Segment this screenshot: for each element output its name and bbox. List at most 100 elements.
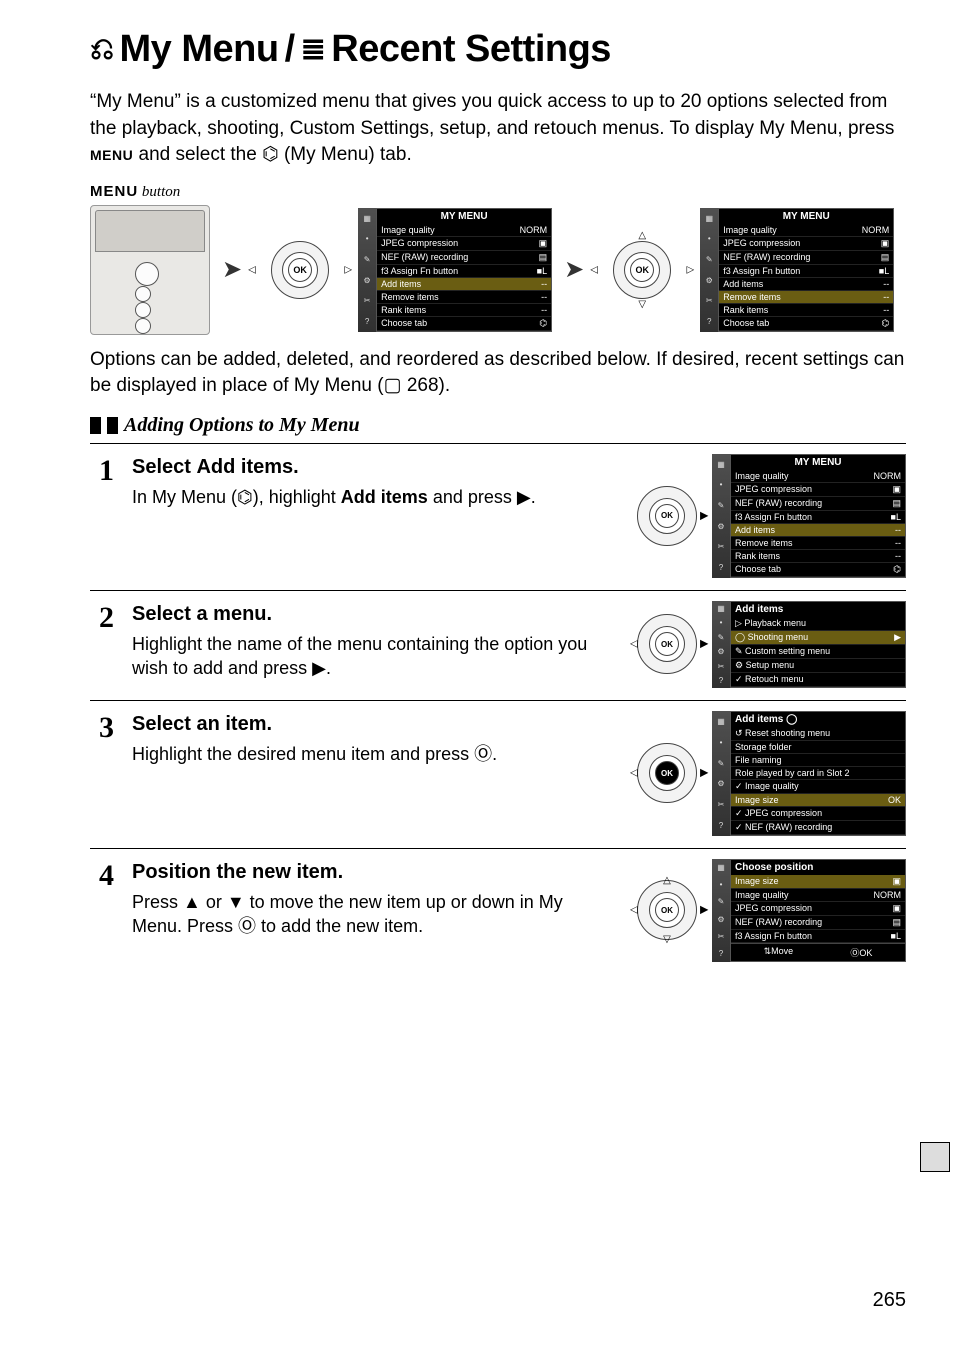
tab-strip: ▦•✎⚙✂?	[712, 711, 730, 836]
screen-row: Storage folder	[731, 741, 905, 754]
screen-title: Add items	[731, 602, 905, 617]
section-heading-row: Adding Options to My Menu	[90, 414, 906, 437]
screen-row: f3 Assign Fn button■L	[377, 265, 551, 278]
title-left: My Menu	[120, 28, 279, 71]
step-screen-wrap: ▦•✎⚙✂?Choose positionImage size▣Image qu…	[712, 859, 906, 962]
tab-strip: ▦•✎⚙✂?	[712, 601, 730, 688]
screen-row: Rank items--	[731, 550, 905, 563]
menu-word-inline: MENU	[90, 147, 133, 163]
screen-title: Choose position	[731, 860, 905, 875]
title-right: Recent Settings	[331, 28, 611, 71]
step-text: Highlight the name of the menu containin…	[132, 632, 612, 681]
up-arrow-icon: △	[663, 875, 671, 886]
multi-selector: OK▶	[636, 485, 698, 547]
recent-settings-icon: ≣	[301, 35, 326, 65]
my-menu-icon: ⎌	[90, 35, 114, 65]
step-screen: Add items▷ Playback menu◯ Shooting menu▶…	[730, 601, 906, 688]
screen-row: ↺ Reset shooting menu	[731, 727, 905, 741]
multi-selector-2: OK ◁ ▷ △ ▽	[596, 240, 688, 300]
right-arrow-icon: ▷	[687, 264, 695, 275]
intro-paragraph: “My Menu” is a customized menu that give…	[90, 89, 906, 169]
top-screen-1: ▦•✎⚙✂? MY MENUImage qualityNORMJPEG comp…	[358, 208, 552, 332]
page-number: 265	[873, 1289, 906, 1312]
screen-row: Rank items--	[719, 304, 893, 317]
menu-button-label-line: MENU button	[90, 183, 906, 201]
screen-row: Choose tab⌬	[719, 317, 893, 331]
screen-row: Remove items--	[377, 291, 551, 304]
right-arrow-icon: ▶	[700, 510, 708, 521]
screen-row: JPEG compression▣	[719, 237, 893, 251]
screen-row: JPEG compression▣	[731, 902, 905, 916]
screen-row: Remove items--	[719, 291, 893, 304]
right-arrow-icon: ➤	[564, 255, 584, 284]
page-side-tab-icon	[920, 1142, 950, 1172]
step-number: 4	[90, 859, 114, 891]
multi-selector: OK△▽◁▶	[636, 879, 698, 941]
screen-title: MY MENU	[377, 209, 551, 224]
step-row: 3Select an item.Highlight the desired me…	[90, 700, 906, 848]
screen-title: MY MENU	[719, 209, 893, 224]
multi-selector-1: OK ◁ ▷	[254, 240, 346, 300]
screen-title: MY MENU	[731, 455, 905, 470]
screen-row: JPEG compression▣	[377, 237, 551, 251]
step-screen-wrap: ▦•✎⚙✂?Add items▷ Playback menu◯ Shooting…	[712, 601, 906, 688]
left-arrow-icon: ◁	[248, 264, 256, 275]
screen-row: NEF (RAW) recording▤	[731, 916, 905, 930]
screen-row: Image sizeOK	[731, 794, 905, 807]
step-figure: OK△▽◁▶▦•✎⚙✂?Choose positionImage size▣Im…	[636, 859, 906, 962]
camera-top-diagram	[90, 205, 210, 335]
page-title: ⎌ My Menu / ≣ Recent Settings	[90, 28, 906, 71]
screen-row: ◯ Shooting menu▶	[731, 631, 905, 645]
camera-button-3	[135, 302, 151, 318]
left-arrow-icon: ◁	[630, 905, 638, 916]
screen-row: f3 Assign Fn button■L	[731, 511, 905, 524]
step-text: Press ▲ or ▼ to move the new item up or …	[132, 890, 612, 939]
step-text: In My Menu (⌬), highlight Add items and …	[132, 485, 612, 509]
screen-row: ✓ JPEG compression	[731, 807, 905, 821]
ok-button: OK	[655, 504, 679, 528]
top-figure-row: ➤ OK ◁ ▷ ▦•✎⚙✂? MY MENUImage qualityNORM…	[90, 205, 906, 335]
step-row: 2 Select a menu. Highlight the name of the…	[90, 590, 906, 700]
step-title: Select a menu.	[132, 601, 612, 628]
screen-row: Image size▣	[731, 875, 905, 889]
down-arrow-icon: ▽	[663, 934, 671, 945]
step-title: Position the new item.	[132, 859, 612, 886]
step-row: 1Select Add items.In My Menu (⌬), highli…	[90, 443, 906, 590]
screen-row: Choose tab⌬	[731, 563, 905, 577]
screen-row: ✓ NEF (RAW) recording	[731, 821, 905, 835]
ok-button: OK	[630, 258, 654, 282]
right-arrow-icon: ▶	[700, 905, 708, 916]
step-screen: Choose positionImage size▣Image qualityN…	[730, 859, 906, 962]
screen-row: ⚙ Setup menu	[731, 659, 905, 673]
screen-row: ▷ Playback menu	[731, 617, 905, 631]
step-screen-wrap: ▦•✎⚙✂?Add items ◯↺ Reset shooting menu S…	[712, 711, 906, 836]
multi-selector: OK◁▶	[636, 613, 698, 675]
step-number: 2	[90, 601, 114, 633]
screen-title: Add items ◯	[731, 712, 905, 727]
screen-row: NEF (RAW) recording▤	[377, 251, 551, 265]
screen-row: ✎ Custom setting menu	[731, 645, 905, 659]
step-screen-wrap: ▦•✎⚙✂?MY MENUImage qualityNORMJPEG compr…	[712, 454, 906, 578]
left-arrow-icon: ◁	[630, 639, 638, 650]
tab-strip: ▦•✎⚙✂?	[712, 859, 730, 962]
section-heading: Adding Options to My Menu	[124, 414, 360, 437]
screen-row: Image qualityNORM	[377, 224, 551, 237]
step-number: 3	[90, 711, 114, 743]
step-body: Position the new item. Press ▲ or ▼ to mo…	[132, 859, 618, 939]
step-screen: MY MENUImage qualityNORMJPEG compression…	[730, 454, 906, 578]
step-screen: Add items ◯↺ Reset shooting menu Storage…	[730, 711, 906, 836]
screen-row: NEF (RAW) recording▤	[719, 251, 893, 265]
tab-strip: ▦•✎⚙✂?	[358, 208, 376, 332]
down-arrow-icon: ▽	[638, 299, 646, 310]
ok-button: OK	[655, 898, 679, 922]
left-arrow-icon: ◁	[590, 264, 598, 275]
step-title: Select an item.	[132, 711, 612, 738]
title-separator: /	[285, 28, 295, 71]
tab-strip: ▦•✎⚙✂?	[700, 208, 718, 332]
step-row: 4 Position the new item. Press ▲ or ▼ to m…	[90, 848, 906, 974]
right-arrow-icon: ▷	[344, 264, 352, 275]
screen-row: f3 Assign Fn button■L	[719, 265, 893, 278]
step-figure: OK◁▶▦•✎⚙✂?Add items▷ Playback menu◯ Shoo…	[636, 601, 906, 688]
top-screen-2: ▦•✎⚙✂? MY MENUImage qualityNORMJPEG comp…	[700, 208, 894, 332]
screen-row: f3 Assign Fn button■L	[731, 930, 905, 943]
